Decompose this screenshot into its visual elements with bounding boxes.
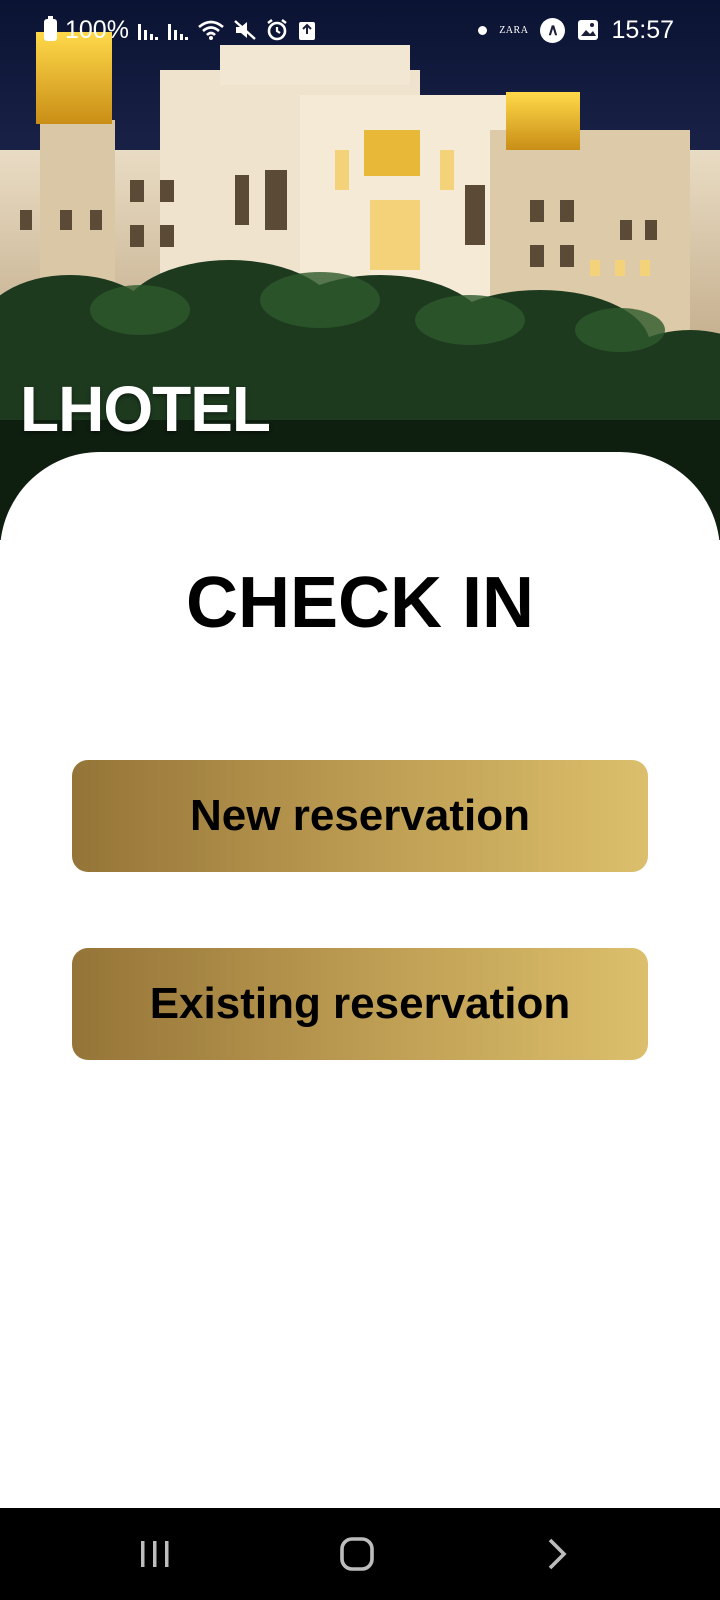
clock: 15:57 — [611, 15, 674, 44]
main-card: CHECK IN New reservation Existing reserv… — [0, 452, 720, 1508]
dot-icon — [478, 25, 488, 35]
recent-apps-button[interactable] — [95, 1508, 215, 1600]
mute-icon — [233, 17, 257, 43]
home-button[interactable] — [297, 1508, 417, 1600]
navigation-bar — [0, 1508, 720, 1600]
existing-reservation-button[interactable]: Existing reservation — [72, 948, 648, 1060]
page-title: CHECK IN — [185, 563, 534, 643]
alarm-icon — [265, 17, 289, 43]
status-right: ZARA ∧ 15:57 — [478, 14, 674, 46]
recent-apps-icon — [141, 1541, 169, 1567]
gallery-icon — [577, 17, 599, 43]
circle-a-icon: ∧ — [540, 17, 566, 43]
zara-icon: ZARA — [499, 24, 529, 36]
signal-icon — [137, 17, 159, 43]
back-button[interactable] — [497, 1508, 617, 1600]
back-icon — [548, 1538, 567, 1570]
new-reservation-button[interactable]: New reservation — [72, 760, 648, 872]
brand-logo-text: LHOTEL — [20, 373, 271, 445]
battery-icon — [44, 16, 57, 41]
status-bar: 100% ZARA ∧ 15:57 — [0, 0, 720, 60]
signal-icon — [167, 17, 189, 43]
battery-level: 100% — [65, 15, 129, 44]
home-icon — [340, 1537, 374, 1571]
status-left: 100% — [44, 14, 317, 46]
upload-icon — [297, 17, 317, 43]
wifi-icon — [197, 17, 225, 43]
